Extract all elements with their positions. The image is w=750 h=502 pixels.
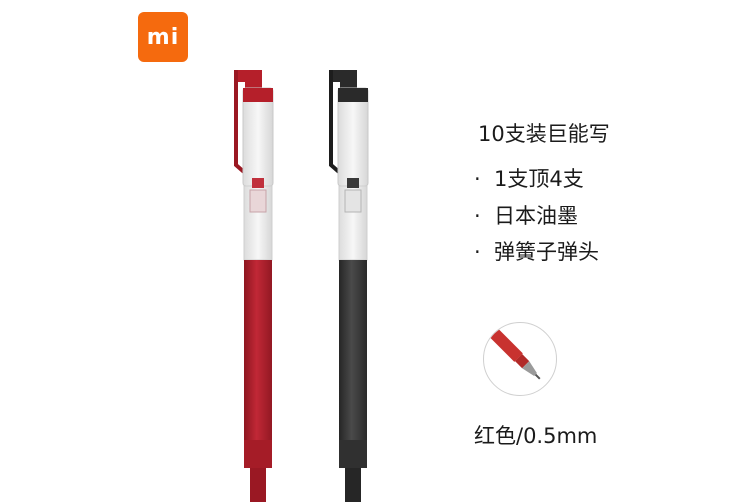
headline: 10支装巨能写 — [478, 122, 610, 146]
color-size-caption: 红色/0.5mm — [474, 424, 598, 448]
red-pen-cap — [242, 87, 274, 187]
feature-text: 弹簧子弹头 — [494, 240, 599, 264]
red-pen — [234, 70, 274, 502]
pen-tip-icon — [484, 323, 541, 380]
bullet: · — [474, 240, 481, 264]
bullet: · — [474, 204, 481, 228]
black-pen-cap — [337, 87, 369, 187]
black-pen — [329, 70, 369, 502]
feature-item: · 弹簧子弹头 — [474, 236, 599, 266]
feature-text: 1支顶4支 — [494, 167, 584, 191]
pen-illustration — [234, 70, 369, 502]
feature-text: 日本油墨 — [494, 204, 578, 228]
red-pen-barrel — [244, 260, 272, 468]
bullet: · — [474, 167, 481, 191]
black-pen-barrel — [339, 260, 367, 468]
feature-item: · 1支顶4支 — [474, 163, 584, 193]
feature-item: · 日本油墨 — [474, 200, 578, 230]
pen-tip-detail — [483, 322, 557, 396]
